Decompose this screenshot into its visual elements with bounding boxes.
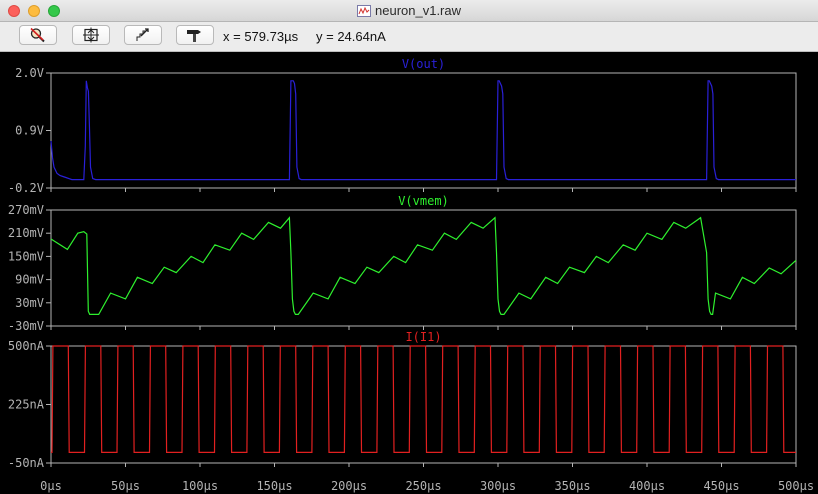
y-tick-label-vmem: 270mV xyxy=(8,203,44,217)
window-title: neuron_v1.raw xyxy=(375,3,461,18)
plot-frame-out xyxy=(50,72,797,189)
trace-line-i1 xyxy=(51,345,796,453)
undo-zoom-icon xyxy=(136,28,149,41)
x-tick-label: 300µs xyxy=(480,479,516,493)
y-tick-label-vmem: 30mV xyxy=(15,296,44,310)
y-tick-label-i1: 225nA xyxy=(8,398,45,412)
window-title-group: neuron_v1.raw xyxy=(0,0,818,22)
x-tick-label: 200µs xyxy=(331,479,367,493)
cursor-x-readout: x = 579.73µs xyxy=(223,29,299,44)
trace-line-out xyxy=(50,80,796,181)
y-tick-label-i1: -50nA xyxy=(8,456,45,470)
zoom-previous-button[interactable] xyxy=(124,25,162,45)
trace-title-vmem[interactable]: V(vmem) xyxy=(398,194,449,208)
trace-title-out[interactable]: V(out) xyxy=(402,57,445,71)
trace-line-vmem xyxy=(50,216,797,315)
x-tick-label: 500µs xyxy=(778,479,814,493)
x-tick-label: 0µs xyxy=(40,479,62,493)
x-tick-label: 150µs xyxy=(256,479,292,493)
cursor-y-readout: y = 24.64nA xyxy=(316,29,386,44)
autoscale-button[interactable] xyxy=(72,25,110,45)
x-tick-label: 450µs xyxy=(703,479,739,493)
waveform-plots[interactable]: V(out) 2.0V 0.9V -0.2V V(vmem) 270mV 210mV 150m… xyxy=(0,52,818,494)
fit-frame-icon xyxy=(83,27,99,43)
y-tick-label-vmem: 150mV xyxy=(8,249,44,263)
waveform-document-icon xyxy=(357,5,371,17)
plot-frame-i1 xyxy=(50,345,797,464)
x-tick-label: 50µs xyxy=(111,479,140,493)
trace-title-i1[interactable]: I(I1) xyxy=(405,330,441,344)
y-tick-label-vmem: -30mV xyxy=(8,319,44,333)
y-tick-label-vmem: 210mV xyxy=(8,226,44,240)
y-tick-label-i1: 500nA xyxy=(8,339,45,353)
zoom-out-button[interactable] xyxy=(19,25,57,45)
y-tick-label-out: 0.9V xyxy=(15,124,44,138)
x-tick-label: 250µs xyxy=(405,479,441,493)
x-tick-label: 100µs xyxy=(182,479,218,493)
title-bar: neuron_v1.raw xyxy=(0,0,818,22)
waveform-window: neuron_v1.raw x = 579.73µs y = 24.64nA V… xyxy=(0,0,818,494)
y-tick-label-out: 2.0V xyxy=(15,66,44,80)
y-tick-label-out: -0.2V xyxy=(8,181,44,195)
pan-button[interactable] xyxy=(176,25,214,45)
magnifier-cross-icon xyxy=(30,27,45,43)
toolbar: x = 579.73µs y = 24.64nA xyxy=(0,22,818,52)
x-tick-label: 400µs xyxy=(629,479,665,493)
y-tick-label-vmem: 90mV xyxy=(15,273,44,287)
hammer-icon xyxy=(187,30,201,42)
x-tick-label: 350µs xyxy=(554,479,590,493)
